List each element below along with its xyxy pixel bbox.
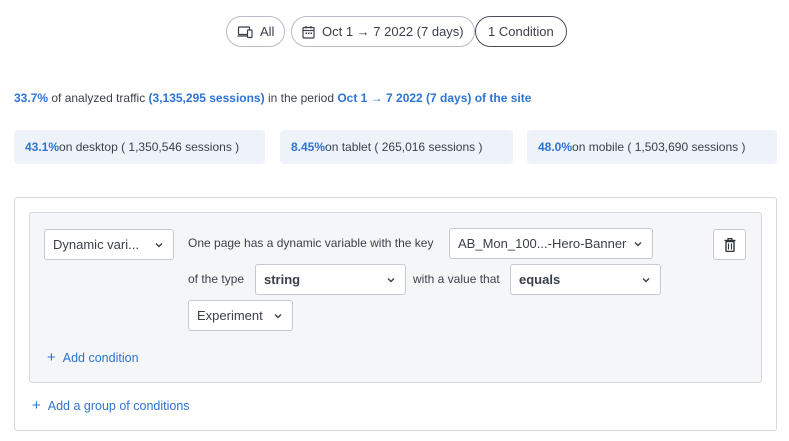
value-select[interactable]: Experiment — [188, 300, 293, 331]
value-select-value: Experiment — [197, 308, 263, 323]
add-group-label: Add a group of conditions — [47, 398, 190, 413]
tablet-card: 8.45% on tablet ( 265,016 sessions ) — [280, 130, 513, 164]
mobile-pct: 48.0% — [538, 140, 573, 154]
desktop-pct: 43.1% — [25, 140, 60, 154]
summary-text-2: in the period — [264, 91, 338, 105]
add-condition-label: Add condition — [62, 350, 139, 365]
condition-filter-pill[interactable]: 1 Condition — [475, 16, 567, 47]
traffic-share: 33.7% — [14, 91, 49, 105]
condition-type-select[interactable]: Dynamic vari... — [44, 229, 174, 260]
add-group-button[interactable]: + Add a group of conditions — [32, 398, 190, 413]
condition-sentence-1: One page has a dynamic variable with the… — [188, 236, 434, 250]
condition-sentence-3: with a value that — [413, 272, 500, 286]
calendar-icon — [302, 25, 315, 39]
date-filter-label: Oct 1 → 7 2022 (7 days) — [322, 24, 464, 39]
desktop-card: 43.1% on desktop ( 1,350,546 sessions ) — [14, 130, 265, 164]
devices-icon — [237, 25, 253, 38]
device-filter-label: All — [260, 24, 275, 39]
condition-filter-label: 1 Condition — [488, 24, 554, 39]
operator-value: equals — [519, 272, 561, 287]
operator-select[interactable]: equals — [510, 264, 661, 295]
traffic-summary: 33.7% of analyzed traffic (3,135,295 ses… — [14, 91, 531, 105]
plus-icon: + — [32, 397, 41, 414]
date-filter-pill[interactable]: Oct 1 → 7 2022 (7 days) — [291, 16, 475, 47]
condition-type-value: Dynamic vari... — [53, 237, 139, 252]
condition-sentence-2: of the type — [188, 272, 245, 286]
device-filter-pill[interactable]: All — [226, 16, 286, 47]
add-condition-button[interactable]: + Add condition — [47, 350, 139, 365]
variable-key-value: AB_Mon_100...-Hero-Banner — [458, 236, 627, 251]
tablet-pct: 8.45% — [291, 140, 326, 154]
variable-type-select[interactable]: string — [255, 264, 406, 295]
chevron-down-icon — [274, 313, 282, 318]
variable-type-value: string — [264, 272, 301, 287]
chevron-down-icon — [642, 277, 650, 282]
chevron-down-icon — [387, 277, 395, 282]
desktop-text: on desktop ( 1,350,546 sessions ) — [59, 140, 240, 154]
delete-condition-button[interactable] — [713, 229, 746, 260]
mobile-text: on mobile ( 1,503,690 sessions ) — [572, 140, 746, 154]
total-sessions: (3,135,295 sessions) — [148, 91, 265, 105]
plus-icon: + — [47, 349, 56, 366]
summary-period: Oct 1 → 7 2022 (7 days) of the site — [337, 91, 532, 105]
chevron-down-icon — [634, 241, 642, 246]
trash-icon — [724, 237, 735, 252]
variable-key-select[interactable]: AB_Mon_100...-Hero-Banner — [449, 228, 653, 259]
mobile-card: 48.0% on mobile ( 1,503,690 sessions ) — [527, 130, 777, 164]
summary-text-1: of analyzed traffic — [48, 91, 149, 105]
chevron-down-icon — [155, 242, 163, 247]
tablet-text: on tablet ( 265,016 sessions ) — [325, 140, 483, 154]
